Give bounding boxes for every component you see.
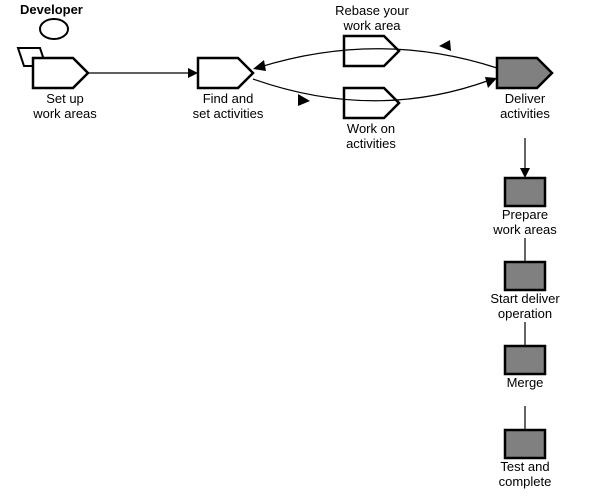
label-work-l2: activities <box>346 136 396 151</box>
label-deliver: Deliver activities <box>480 92 570 122</box>
label-start-l2: operation <box>498 306 552 321</box>
label-rebase: Rebase your work area <box>320 4 424 34</box>
label-find: Find and set activities <box>178 92 278 122</box>
node-start <box>505 262 545 290</box>
label-merge: Merge <box>478 376 572 391</box>
label-work: Work on activities <box>326 122 416 152</box>
label-prepare-l2: work areas <box>493 222 557 237</box>
node-prepare <box>505 178 545 206</box>
label-merge-l1: Merge <box>507 375 544 390</box>
label-prepare-l1: Prepare <box>502 207 548 222</box>
diagram-canvas <box>0 0 600 504</box>
node-deliver <box>497 58 552 88</box>
label-deliver-l1: Deliver <box>505 91 545 106</box>
label-test: Test and complete <box>478 460 572 490</box>
role-label: Developer <box>20 2 83 17</box>
label-deliver-l2: activities <box>500 106 550 121</box>
label-test-l2: complete <box>499 474 552 489</box>
node-merge <box>505 346 545 374</box>
node-rebase <box>344 36 399 66</box>
edge-deliver-prepare <box>520 138 530 178</box>
label-setup-l1: Set up <box>46 91 84 106</box>
label-setup-l2: work areas <box>33 106 97 121</box>
label-start-l1: Start deliver <box>490 291 559 306</box>
label-find-l1: Find and <box>203 91 254 106</box>
label-setup: Set up work areas <box>20 92 110 122</box>
label-start: Start deliver operation <box>478 292 572 322</box>
node-test <box>505 430 545 458</box>
edge-setup-find <box>88 68 198 78</box>
node-find <box>198 58 253 88</box>
label-prepare: Prepare work areas <box>478 208 572 238</box>
label-test-l1: Test and <box>500 459 549 474</box>
label-rebase-l1: Rebase your <box>335 3 409 18</box>
node-setup <box>33 58 88 88</box>
label-find-l2: set activities <box>193 106 264 121</box>
label-work-l1: Work on <box>347 121 395 136</box>
label-rebase-l2: work area <box>343 18 400 33</box>
node-work <box>344 88 399 118</box>
